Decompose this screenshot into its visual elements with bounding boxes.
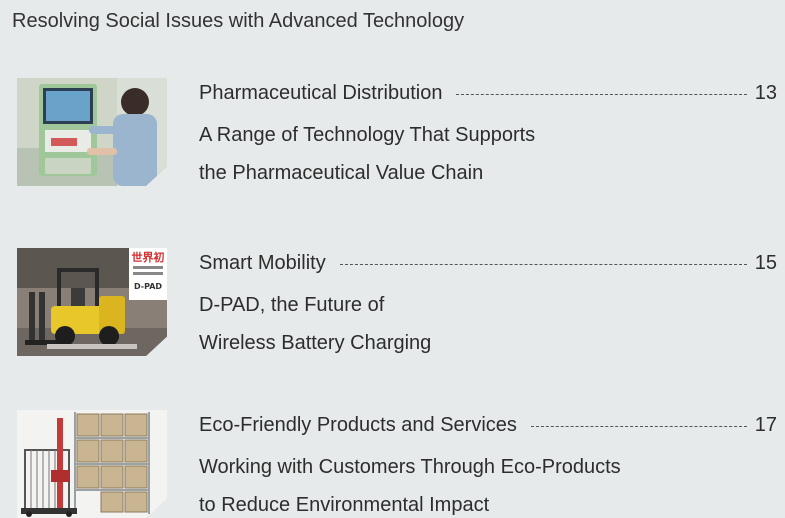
entry-description-line2: to Reduce Environmental Impact [199,494,490,516]
entry-title[interactable]: Eco-Friendly Products and Services [199,414,517,437]
entry-description-line1: D-PAD, the Future of [199,294,385,316]
dotted-leader [339,264,747,265]
entry-title[interactable]: Smart Mobility [199,252,326,275]
entry-description-line1: Working with Customers Through Eco-Produ… [199,456,621,478]
page-number: 17 [754,414,777,436]
entry-description-line1: A Range of Technology That Supports [199,124,536,146]
page-number: 13 [754,82,777,104]
page-number: 15 [754,252,777,274]
sign-text-japanese: 世界初 [132,250,165,264]
dotted-leader [530,426,747,427]
pharmacy-terminal-photo [17,78,167,186]
entry-title[interactable]: Pharmaceutical Distribution [199,82,442,105]
warehouse-racking-photo [17,410,167,518]
entry-description-line2: Wireless Battery Charging [199,332,432,354]
section-heading: Resolving Social Issues with Advanced Te… [12,10,465,32]
entry-description-line2: the Pharmaceutical Value Chain [199,162,484,184]
sign-text-dpad: D-PAD [134,282,162,291]
dotted-leader [456,94,747,95]
forklift-photo: 世界初 D-PAD [17,248,167,356]
